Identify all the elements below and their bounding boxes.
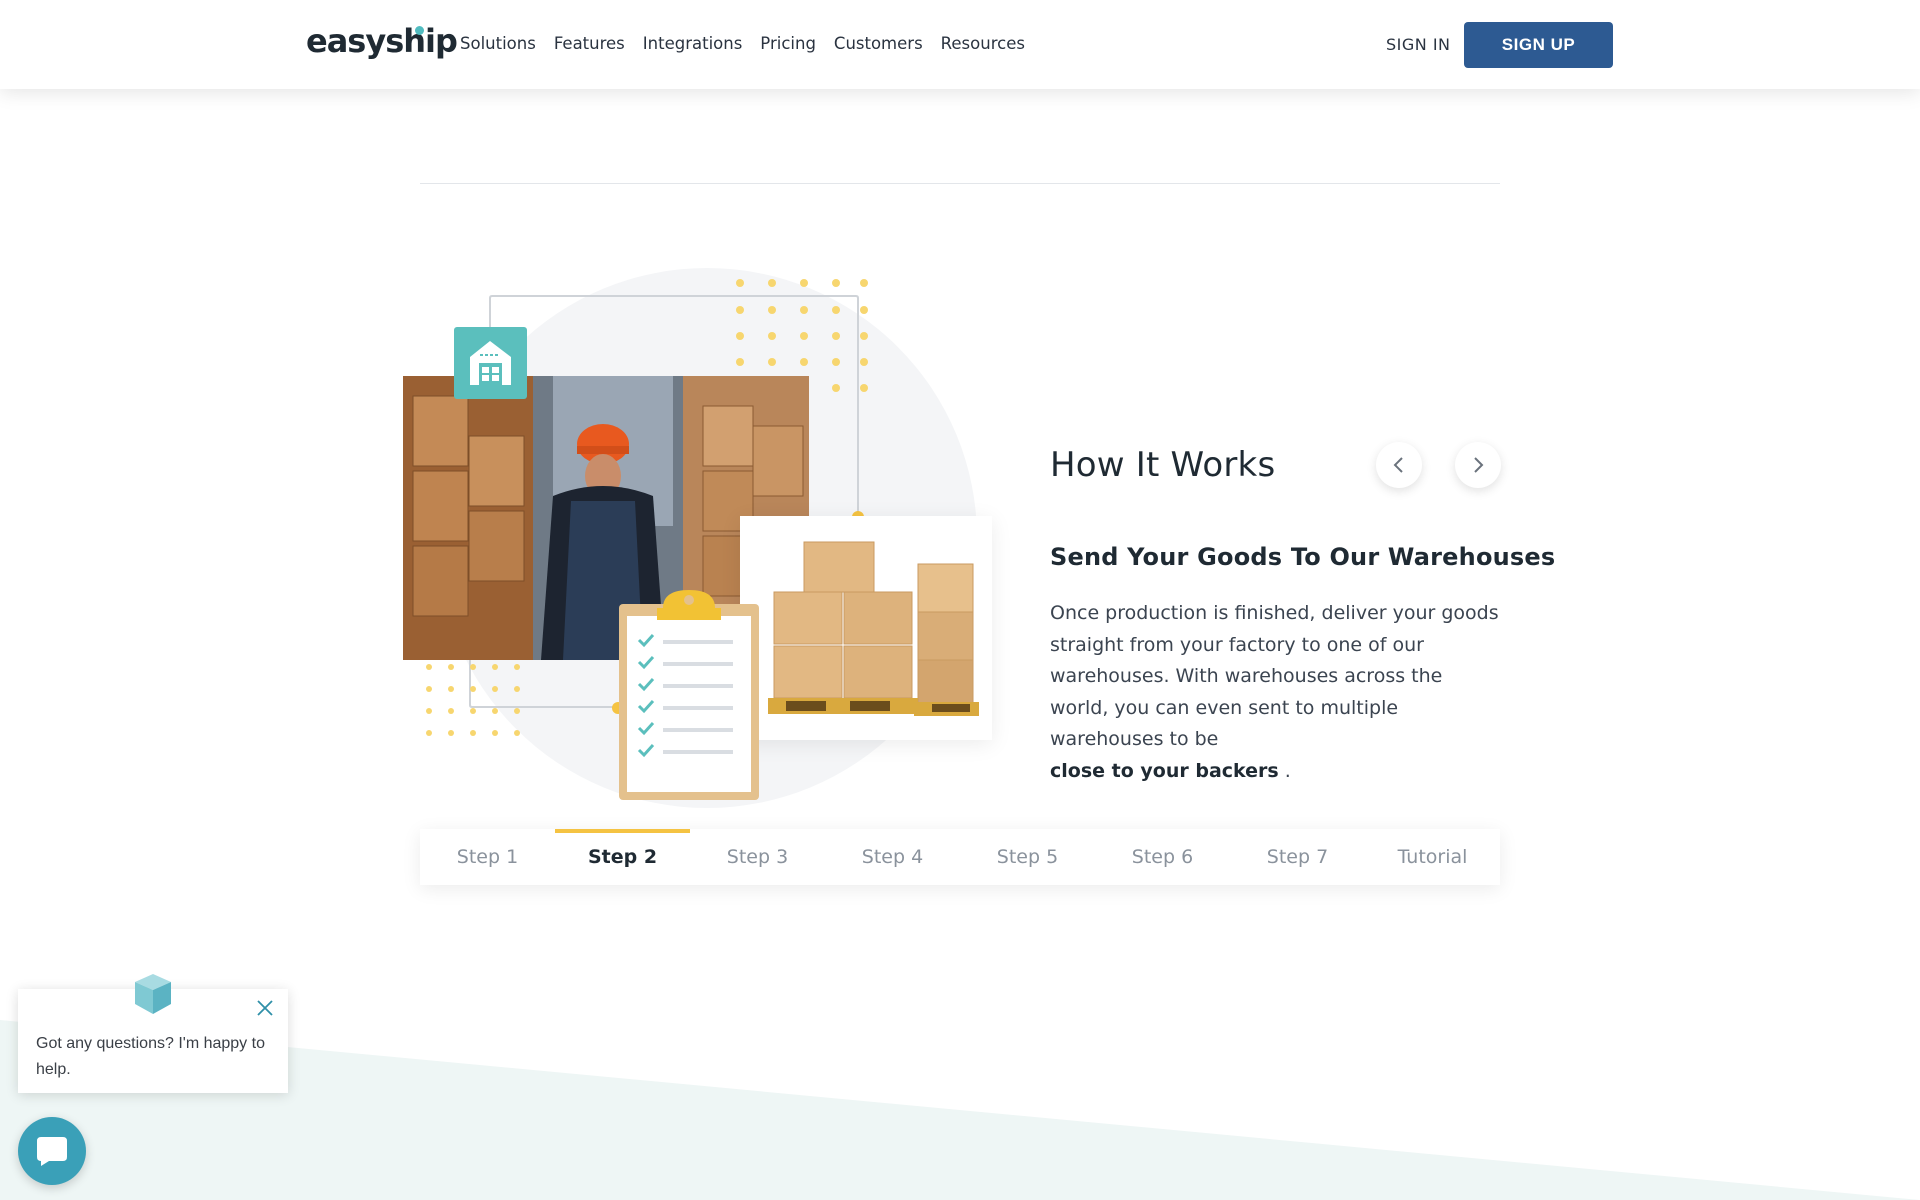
close-icon[interactable] <box>256 999 274 1017</box>
carousel-next-button[interactable] <box>1455 442 1501 488</box>
tab-step-2[interactable]: Step 2 <box>555 829 690 885</box>
carousel-prev-button[interactable] <box>1376 442 1422 488</box>
bottom-section-background <box>0 1020 1920 1200</box>
nav-solutions[interactable]: Solutions <box>460 34 536 53</box>
step-description: Once production is finished, deliver you… <box>1050 598 1500 787</box>
tab-step-6[interactable]: Step 6 <box>1095 829 1230 885</box>
step-description-highlight: close to your backers <box>1050 759 1279 782</box>
tab-step-4[interactable]: Step 4 <box>825 829 960 885</box>
tab-step-5[interactable]: Step 5 <box>960 829 1095 885</box>
easyship-logo[interactable]: easyship <box>306 22 458 60</box>
how-it-works-title: How It Works <box>1050 445 1276 485</box>
dot-grid-bottom <box>426 664 520 736</box>
sign-up-button[interactable]: SIGN UP <box>1464 22 1613 68</box>
nav-integrations[interactable]: Integrations <box>643 34 743 53</box>
chevron-right-icon <box>1474 457 1484 473</box>
tab-step-3[interactable]: Step 3 <box>690 829 825 885</box>
nav-resources[interactable]: Resources <box>941 34 1025 53</box>
tab-tutorial[interactable]: Tutorial <box>1365 829 1500 885</box>
main-nav: Solutions Features Integrations Pricing … <box>460 34 1025 53</box>
how-it-works-illustration <box>395 260 1025 820</box>
easyship-cube-icon <box>135 974 171 1014</box>
steps-tab-bar: Step 1 Step 2 Step 3 Step 4 Step 5 Step … <box>420 829 1500 885</box>
tab-step-1[interactable]: Step 1 <box>420 829 555 885</box>
nav-customers[interactable]: Customers <box>834 34 923 53</box>
chat-bubble-icon <box>37 1137 67 1166</box>
checklist-clipboard-icon <box>619 590 759 800</box>
tab-step-7[interactable]: Step 7 <box>1230 829 1365 885</box>
boxes-card <box>740 516 992 740</box>
logo-dot <box>415 26 424 35</box>
section-divider <box>420 183 1500 184</box>
step-title: Send Your Goods To Our Warehouses <box>1050 543 1556 571</box>
step-description-text: Once production is finished, deliver you… <box>1050 602 1499 750</box>
nav-pricing[interactable]: Pricing <box>760 34 816 53</box>
nav-features[interactable]: Features <box>554 34 625 53</box>
warehouse-icon <box>454 327 527 399</box>
chat-greeting-text: Got any questions? I'm happy to help. <box>36 1035 265 1078</box>
chevron-left-icon <box>1393 457 1403 473</box>
chat-launcher-button[interactable] <box>18 1117 86 1185</box>
step-description-end: . <box>1278 759 1291 782</box>
sign-in-link[interactable]: SIGN IN <box>1386 35 1451 54</box>
site-header: easyship Solutions Features Integrations… <box>0 0 1920 89</box>
